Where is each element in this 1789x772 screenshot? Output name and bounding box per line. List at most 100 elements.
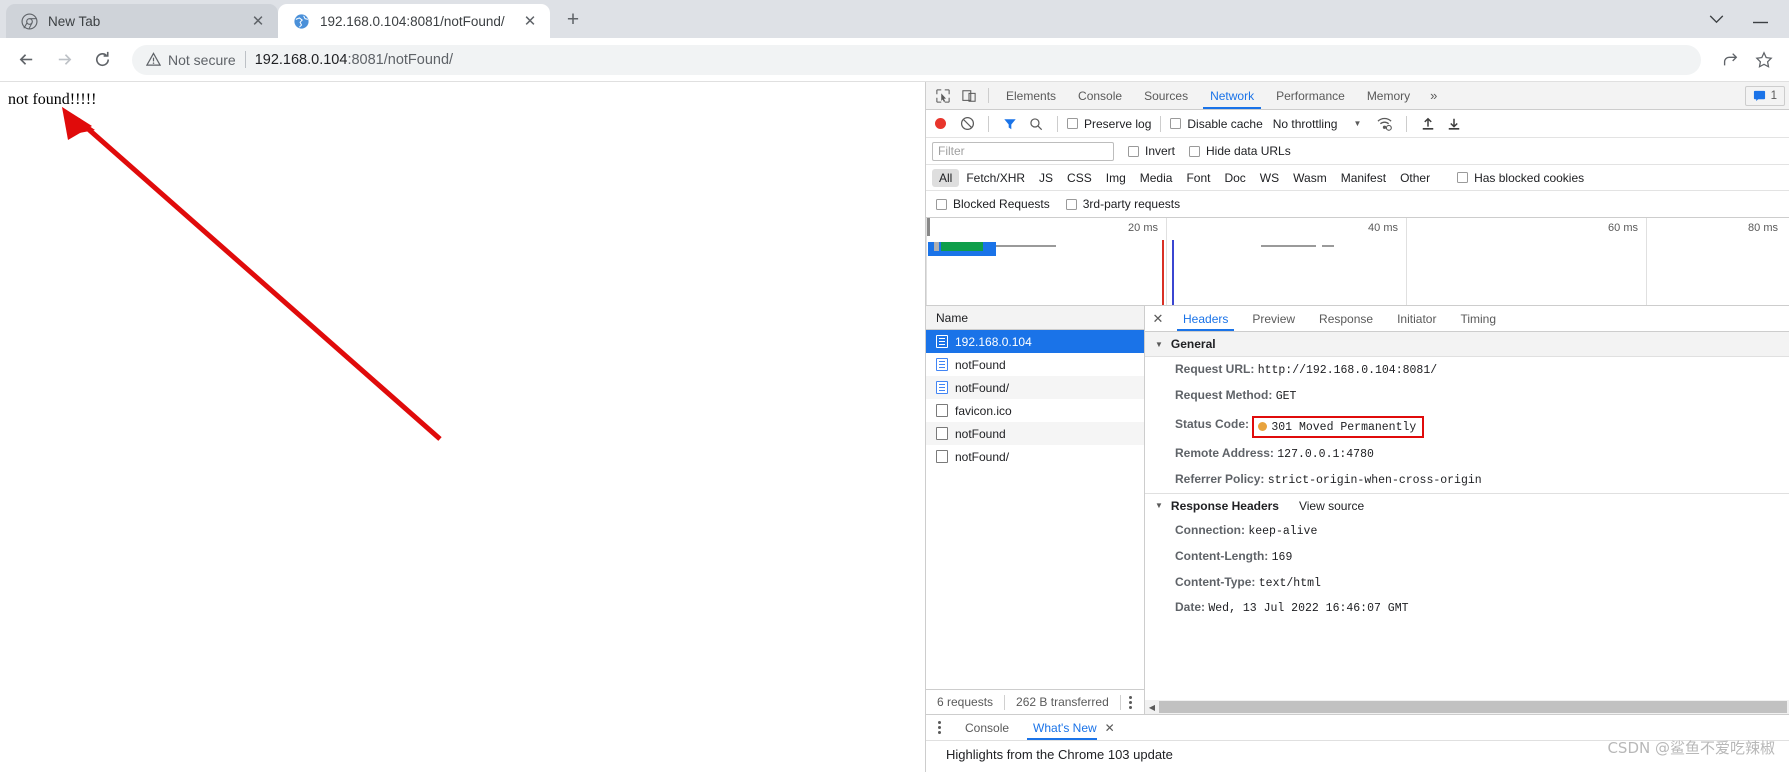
device-toolbar-icon[interactable] [956, 82, 982, 109]
checkbox-box[interactable] [1067, 118, 1078, 129]
request-list[interactable]: 192.168.0.104 notFound notFound/ fa [926, 330, 1144, 689]
drawer-tab-whats-new[interactable]: What's New [1021, 715, 1103, 740]
detail-tab-response[interactable]: Response [1307, 306, 1385, 331]
type-filter-all[interactable]: All [932, 169, 959, 187]
scrollbar-thumb[interactable] [1159, 701, 1787, 713]
checkbox-box[interactable] [1128, 146, 1139, 157]
checkbox-box[interactable] [1457, 172, 1468, 183]
drawer-tab-close-icon[interactable]: ✕ [1103, 715, 1127, 740]
type-filter-js[interactable]: JS [1032, 169, 1060, 187]
tab-performance[interactable]: Performance [1265, 82, 1356, 109]
warning-triangle-icon [146, 52, 161, 67]
more-tabs-icon[interactable]: » [1421, 82, 1446, 109]
tab-network[interactable]: Network [1199, 82, 1265, 109]
type-filter-img[interactable]: Img [1099, 169, 1133, 187]
drawer-tab-console[interactable]: Console [953, 715, 1021, 740]
browser-tab-notfound[interactable]: 192.168.0.104:8081/notFound/ ✕ [278, 4, 550, 38]
minimize-icon[interactable] [1751, 11, 1769, 27]
response-headers-section-header[interactable]: ▼ Response Headers View source [1145, 493, 1789, 518]
tab-elements[interactable]: Elements [995, 82, 1067, 109]
tab-sources[interactable]: Sources [1133, 82, 1199, 109]
import-har-icon[interactable] [1416, 112, 1440, 136]
checkbox-box[interactable] [936, 199, 947, 210]
drawer-more-icon[interactable] [926, 715, 953, 740]
type-filter-manifest[interactable]: Manifest [1334, 169, 1393, 187]
funnel-icon[interactable] [998, 112, 1022, 136]
has-blocked-cookies-checkbox[interactable]: Has blocked cookies [1457, 171, 1584, 185]
clear-icon[interactable] [955, 112, 979, 136]
detail-tab-headers[interactable]: Headers [1171, 306, 1240, 331]
network-conditions-icon[interactable] [1373, 112, 1397, 136]
view-source-link[interactable]: View source [1299, 499, 1364, 513]
triangle-down-icon: ▼ [1155, 501, 1163, 510]
throttling-select[interactable]: No throttling [1273, 117, 1338, 131]
browser-window: New Tab ✕ 192.168.0.104:8081/notFound/ ✕… [0, 0, 1789, 772]
share-icon[interactable] [1715, 45, 1745, 75]
search-icon[interactable] [1024, 112, 1048, 136]
table-row[interactable]: favicon.ico [926, 399, 1144, 422]
inspect-element-icon[interactable] [930, 82, 956, 109]
header-row-content-length: Content-Length: 169 [1145, 544, 1789, 570]
detail-tab-preview[interactable]: Preview [1240, 306, 1307, 331]
type-filter-font[interactable]: Font [1179, 169, 1217, 187]
generic-file-icon [936, 450, 948, 463]
forward-button[interactable] [48, 44, 80, 76]
close-icon[interactable]: ✕ [1145, 306, 1171, 331]
checkbox-box[interactable] [1189, 146, 1200, 157]
type-filter-doc[interactable]: Doc [1217, 169, 1252, 187]
preserve-log-checkbox[interactable]: Preserve log [1067, 117, 1151, 131]
devtools-panel: Elements Console Sources Network Perform… [925, 82, 1789, 772]
checkbox-box[interactable] [1170, 118, 1181, 129]
horizontal-scrollbar[interactable]: ◀ [1145, 700, 1789, 714]
record-button-icon[interactable] [935, 118, 946, 129]
type-filter-other[interactable]: Other [1393, 169, 1437, 187]
tab-memory[interactable]: Memory [1356, 82, 1421, 109]
type-filter-fetch-xhr[interactable]: Fetch/XHR [959, 169, 1032, 187]
table-row[interactable]: notFound [926, 422, 1144, 445]
detail-tab-timing[interactable]: Timing [1448, 306, 1508, 331]
type-filter-wasm[interactable]: Wasm [1286, 169, 1334, 187]
request-name: notFound/ [955, 381, 1009, 395]
checkbox-box[interactable] [1066, 199, 1077, 210]
invert-checkbox[interactable]: Invert [1128, 144, 1175, 158]
content-area: not found!!!!! Elements Console Sourc [0, 82, 1789, 772]
chevron-down-icon[interactable] [1707, 11, 1725, 27]
close-icon[interactable]: ✕ [520, 11, 540, 31]
request-column-header[interactable]: Name [926, 306, 1144, 330]
blocked-requests-checkbox[interactable]: Blocked Requests [936, 197, 1050, 211]
type-filter-media[interactable]: Media [1133, 169, 1180, 187]
messages-button[interactable]: 1 [1745, 86, 1785, 106]
globe-icon [292, 12, 310, 30]
more-options-icon[interactable] [1121, 696, 1140, 709]
table-row[interactable]: notFound/ [926, 376, 1144, 399]
third-party-requests-checkbox[interactable]: 3rd-party requests [1066, 197, 1180, 211]
document-icon [936, 335, 948, 348]
header-value: http://192.168.0.104:8081/ [1258, 364, 1437, 377]
filter-input[interactable]: Filter [932, 142, 1114, 161]
type-filter-css[interactable]: CSS [1060, 169, 1099, 187]
general-section-header[interactable]: ▼ General [1145, 332, 1789, 357]
tab-console[interactable]: Console [1067, 82, 1133, 109]
reload-button[interactable] [86, 44, 118, 76]
header-key: Content-Length: [1175, 549, 1268, 563]
star-icon[interactable] [1749, 45, 1779, 75]
scroll-left-icon[interactable]: ◀ [1145, 703, 1159, 712]
browser-tab-new-tab[interactable]: New Tab ✕ [6, 4, 278, 38]
hide-data-urls-checkbox[interactable]: Hide data URLs [1189, 144, 1291, 158]
disable-cache-checkbox[interactable]: Disable cache [1170, 117, 1262, 131]
table-row[interactable]: 192.168.0.104 [926, 330, 1144, 353]
detail-tab-initiator[interactable]: Initiator [1385, 306, 1448, 331]
header-value: 127.0.0.1:4780 [1277, 448, 1374, 461]
table-row[interactable]: notFound/ [926, 445, 1144, 468]
network-overview-timeline[interactable]: 20 ms 40 ms 60 ms 80 ms [926, 218, 1789, 306]
address-bar[interactable]: Not secure 192.168.0.104:8081/notFound/ [132, 45, 1701, 75]
close-icon[interactable]: ✕ [248, 11, 268, 31]
export-har-icon[interactable] [1442, 112, 1466, 136]
request-filters-bar: Blocked Requests 3rd-party requests [926, 191, 1789, 218]
table-row[interactable]: notFound [926, 353, 1144, 376]
new-tab-button[interactable]: + [558, 5, 588, 35]
chrome-icon [20, 12, 38, 30]
chevron-down-icon[interactable]: ▼ [1353, 119, 1361, 128]
type-filter-ws[interactable]: WS [1253, 169, 1286, 187]
back-button[interactable] [10, 44, 42, 76]
